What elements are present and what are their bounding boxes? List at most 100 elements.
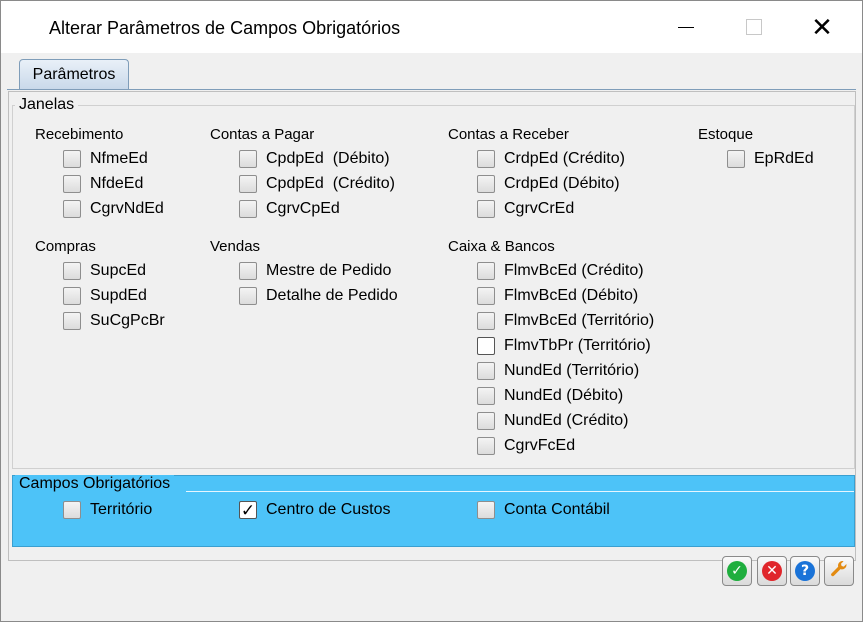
checkbox-box[interactable] <box>477 412 495 430</box>
checkbox-box[interactable] <box>63 312 81 330</box>
checkbox-box[interactable] <box>727 150 745 168</box>
checkbox-cgrvfced[interactable]: CgrvFcEd <box>477 435 575 457</box>
checkbox-box[interactable] <box>63 175 81 193</box>
checkbox-box[interactable] <box>239 287 257 305</box>
checkbox-label: NfdeEd <box>90 175 144 192</box>
tab-strip <box>1 53 862 89</box>
maximize-button[interactable] <box>729 1 779 53</box>
checkbox-flmvbced-credito[interactable]: FlmvBcEd (Crédito) <box>477 260 644 282</box>
checkbox-label: Centro de Custos <box>266 501 391 518</box>
tab-parametros[interactable]: Parâmetros <box>19 59 129 89</box>
checkbox-box[interactable] <box>477 262 495 280</box>
checkbox-label: NundEd (Crédito) <box>504 412 629 429</box>
section-title-contas-a-receber: Contas a Receber <box>448 126 569 143</box>
dialog-window: Alterar Parâmetros de Campos Obrigatório… <box>0 0 863 622</box>
checkbox-label: Detalhe de Pedido <box>266 287 398 304</box>
checkbox-crdped-credito[interactable]: CrdpEd (Crédito) <box>477 148 625 170</box>
checkbox-label: FlmvTbPr (Território) <box>504 337 651 354</box>
checkbox-label: CrdpEd (Débito) <box>504 175 620 192</box>
tools-button[interactable] <box>824 556 854 586</box>
checkbox-box[interactable] <box>477 337 495 355</box>
checkbox-box[interactable] <box>63 501 81 519</box>
checkbox-label: NundEd (Débito) <box>504 387 624 404</box>
minimize-icon <box>678 26 694 28</box>
checkbox-sucgpcbr[interactable]: SuCgPcBr <box>63 310 165 332</box>
checkbox-box[interactable] <box>63 262 81 280</box>
checkbox-supced[interactable]: SupcEd <box>63 260 146 282</box>
checkbox-label: SuCgPcBr <box>90 312 165 329</box>
checkbox-nunded-credito[interactable]: NundEd (Crédito) <box>477 410 629 432</box>
checkbox-label: Conta Contábil <box>504 501 610 518</box>
campos-legend: Campos Obrigatórios <box>15 475 175 493</box>
checkbox-label: NfmeEd <box>90 150 148 167</box>
checkbox-cpdped-debito[interactable]: CpdpEd (Débito) <box>239 148 390 170</box>
checkbox-mestre-de-pedido[interactable]: Mestre de Pedido <box>239 260 391 282</box>
checkbox-label: Mestre de Pedido <box>266 262 392 279</box>
checkbox-nfmeed[interactable]: NfmeEd <box>63 148 148 170</box>
section-title-caixa-bancos: Caixa & Bancos <box>448 238 555 255</box>
checkbox-flmvbced-debito[interactable]: FlmvBcEd (Débito) <box>477 285 638 307</box>
campos-divider <box>186 491 854 492</box>
checkbox-box[interactable] <box>239 200 257 218</box>
checkbox-nunded-territorio[interactable]: NundEd (Território) <box>477 360 639 382</box>
checkbox-label: FlmvBcEd (Crédito) <box>504 262 644 279</box>
checkbox-cgrvcped[interactable]: CgrvCpEd <box>239 198 340 220</box>
checkbox-box[interactable] <box>239 150 257 168</box>
checkbox-supded[interactable]: SupdEd <box>63 285 147 307</box>
checkbox-label: CpdpEd (Crédito) <box>266 175 395 192</box>
checkbox-centro-de-custos[interactable]: ✓ Centro de Custos <box>239 499 391 521</box>
checkbox-box[interactable] <box>63 150 81 168</box>
checkbox-box[interactable] <box>477 501 495 519</box>
checkbox-label: CgrvCrEd <box>504 200 575 217</box>
window-title: Alterar Parâmetros de Campos Obrigatório… <box>49 18 401 38</box>
checkbox-box[interactable] <box>477 287 495 305</box>
checkbox-cgrvnded[interactable]: CgrvNdEd <box>63 198 164 220</box>
checkbox-nfdeed[interactable]: NfdeEd <box>63 173 143 195</box>
checkbox-box[interactable] <box>477 200 495 218</box>
check-icon: ✓ <box>727 561 747 581</box>
checkbox-flmvbced-territorio[interactable]: FlmvBcEd (Território) <box>477 310 654 332</box>
checkbox-label: FlmvBcEd (Território) <box>504 312 655 329</box>
checkbox-label: CgrvNdEd <box>90 200 164 217</box>
checkbox-box[interactable] <box>477 175 495 193</box>
janelas-legend: Janelas <box>15 96 79 114</box>
checkbox-detalhe-de-pedido[interactable]: Detalhe de Pedido <box>239 285 398 307</box>
checkbox-box-checked[interactable]: ✓ <box>239 501 257 519</box>
help-button[interactable]: ? <box>790 556 820 586</box>
checkbox-box[interactable] <box>477 387 495 405</box>
checkbox-box[interactable] <box>477 312 495 330</box>
checkbox-box[interactable] <box>477 362 495 380</box>
checkbox-box[interactable] <box>477 437 495 455</box>
checkbox-crdped-debito[interactable]: CrdpEd (Débito) <box>477 173 620 195</box>
checkbox-label: EpRdEd <box>754 150 814 167</box>
checkmark-icon: ✓ <box>240 500 256 520</box>
x-circle-icon: ✕ <box>762 561 782 581</box>
checkbox-label: NundEd (Território) <box>504 362 640 379</box>
minimize-button[interactable] <box>661 1 711 53</box>
checkbox-flmvtbpr-territorio[interactable]: FlmvTbPr (Território) <box>477 335 651 357</box>
checkbox-box[interactable] <box>63 200 81 218</box>
checkbox-label: CgrvFcEd <box>504 437 576 454</box>
checkbox-label: CgrvCpEd <box>266 200 340 217</box>
checkbox-nunded-debito[interactable]: NundEd (Débito) <box>477 385 623 407</box>
checkbox-conta-contabil[interactable]: Conta Contábil <box>477 499 610 521</box>
checkbox-cgrvcred[interactable]: CgrvCrEd <box>477 198 574 220</box>
close-button[interactable]: ✕ <box>797 1 847 53</box>
checkbox-cpdped-credito[interactable]: CpdpEd (Crédito) <box>239 173 395 195</box>
checkbox-label: Território <box>90 501 153 518</box>
checkbox-box[interactable] <box>239 262 257 280</box>
checkbox-eprded[interactable]: EpRdEd <box>727 148 814 170</box>
cancel-button[interactable]: ✕ <box>757 556 787 586</box>
checkbox-label: SupdEd <box>90 287 147 304</box>
section-title-estoque: Estoque <box>698 126 754 143</box>
checkbox-box[interactable] <box>239 175 257 193</box>
checkbox-box[interactable] <box>63 287 81 305</box>
wrench-icon <box>829 559 849 584</box>
checkbox-label: FlmvBcEd (Débito) <box>504 287 639 304</box>
checkbox-territorio[interactable]: Território <box>63 499 152 521</box>
ok-button[interactable]: ✓ <box>722 556 752 586</box>
checkbox-box[interactable] <box>477 150 495 168</box>
tab-divider <box>7 89 856 90</box>
section-title-compras: Compras <box>35 238 96 255</box>
checkbox-label: CpdpEd (Débito) <box>266 150 390 167</box>
